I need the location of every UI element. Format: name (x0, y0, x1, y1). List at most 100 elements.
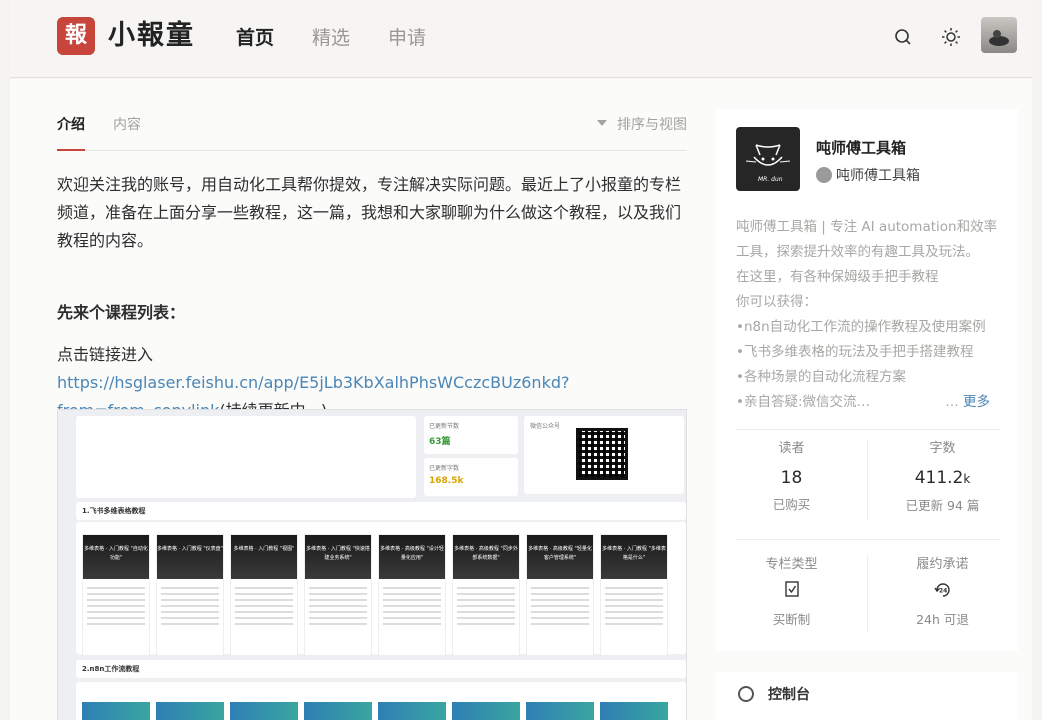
content-tabs: 介绍 内容 排序与视图 (57, 115, 687, 151)
course-card (526, 702, 594, 720)
course-card: 多维表格 · 入门教程 "自动化功能" (82, 534, 150, 656)
embedded-course-cards: 多维表格 · 入门教程 "自动化功能" 多维表格 · 入门教程 "仪表盘" 多维… (82, 534, 668, 656)
divider (736, 539, 1000, 540)
readers-value: 18 (780, 468, 803, 488)
course-card (378, 702, 446, 720)
course-card (82, 702, 150, 720)
desc-line: 在这里，有各种保姆级手把手教程 (736, 269, 939, 285)
logo-text[interactable]: 小報童 (108, 17, 195, 55)
more-link[interactable]: 更多 (963, 394, 990, 410)
refund-24h-icon: 24 (867, 581, 1018, 605)
embedded-course-cards-2 (82, 702, 668, 720)
top-header: 報 小報童 首页 精选 申请 (10, 0, 1032, 78)
search-icon[interactable] (892, 26, 914, 48)
embedded-section-n8n: 2.n8n工作流教程 (76, 660, 686, 678)
course-card: 多维表格 · 高级教程 "设计轻量化应用" (378, 534, 446, 656)
stats-row-2: 专栏类型 买断制 履约承诺 24 24h 可退 (716, 555, 1018, 631)
column-logo[interactable]: MR. dun (736, 127, 800, 191)
course-card-title: 多维表格 · 高级教程 "轻量化客户管理系统" (527, 535, 593, 579)
course-list-heading: 先来个课程列表： (57, 303, 186, 322)
course-card-title: 多维表格 · 入门教程 "快速搭建业务系统" (305, 535, 371, 579)
intro-paragraph: 欢迎关注我的账号，用自动化工具帮你提效，专注解决实际问题。最近上了小报童的专栏频… (57, 175, 682, 250)
course-card-title: 多维表格 · 高级教程 "同步外部系统数据" (453, 535, 519, 579)
sort-view-label: 排序与视图 (617, 117, 687, 133)
console-panel[interactable]: 控制台 (716, 672, 1018, 720)
course-card: 多维表格 · 入门教程 "仪表盘" (156, 534, 224, 656)
promise-stat: 履约承诺 24 24h 可退 (867, 555, 1018, 631)
course-card: 多维表格 · 入门教程 "快速搭建业务系统" (304, 534, 372, 656)
column-type-stat: 专栏类型 买断制 (716, 555, 867, 631)
embedded-stat-words-label: 已更新字数 (429, 465, 460, 472)
cat-logo-icon: MR. dun (745, 144, 791, 183)
words-unit: k (963, 472, 971, 486)
column-info-card: MR. dun 吨师傅工具箱 吨师傅工具箱 吨师傅工具箱 | 专注 AI aut… (716, 109, 1018, 651)
desc-line-last: •亲自答疑:微信交流… … 更多 (736, 390, 1000, 415)
buyout-icon-svg (784, 581, 799, 597)
divider (736, 429, 1000, 430)
tab-content[interactable]: 内容 (113, 115, 141, 135)
nav-home[interactable]: 首页 (236, 24, 274, 52)
course-card-title: 多维表格 · 入门教程 "视图" (231, 535, 297, 579)
course-card (600, 702, 668, 720)
content-column: 介绍 内容 排序与视图 欢迎关注我的账号，用自动化工具帮你提效，专注解决实际问题… (57, 79, 687, 720)
course-card-title: 多维表格 · 入门教程 "多维表格是什么" (601, 535, 667, 579)
course-card: 多维表格 · 入门教程 "多维表格是什么" (600, 534, 668, 656)
embedded-stat-words-value: 168.5k (429, 476, 464, 486)
logo-icon[interactable]: 報 (57, 17, 95, 55)
readers-stat: 读者 18 已购买 (716, 439, 867, 521)
column-type-label: 专栏类型 (765, 557, 818, 572)
readers-sub: 已购买 (772, 497, 811, 512)
buyout-icon (716, 581, 867, 605)
sort-view-button[interactable]: 排序与视图 (597, 115, 687, 135)
embedded-stat-articles-label: 已更新节数 (429, 423, 460, 430)
embedded-stat-articles: 已更新节数 63篇 (424, 416, 518, 454)
desc-line: 吨师傅工具箱 | 专注 AI automation和效率 (736, 219, 998, 235)
embedded-qr-label: 微信公众号 (530, 423, 561, 430)
svg-text:MR. dun: MR. dun (758, 176, 783, 183)
course-card (230, 702, 298, 720)
words-value: 411.2 (914, 468, 964, 488)
column-type-value: 买断制 (772, 612, 811, 627)
promise-label: 履约承诺 (916, 557, 969, 572)
author-avatar (816, 167, 832, 183)
more-ellipsis: … (945, 394, 963, 410)
course-card-title: 多维表格 · 入门教程 "自动化功能" (83, 535, 149, 579)
desc-line: •飞书多维表格的玩法及手把手搭建教程 (736, 344, 974, 360)
svg-text:24: 24 (939, 588, 947, 595)
readers-label: 读者 (778, 441, 805, 456)
sun-icon[interactable] (940, 26, 962, 48)
avatar[interactable] (981, 17, 1017, 53)
course-card: 多维表格 · 入门教程 "视图" (230, 534, 298, 656)
embedded-screenshot[interactable]: 已更新节数 63篇 已更新字数 168.5k 微信公众号 1.飞书多维表格教程 … (57, 409, 687, 720)
course-card: 多维表格 · 高级教程 "轻量化客户管理系统" (526, 534, 594, 656)
nav-apply[interactable]: 申请 (388, 24, 426, 52)
desc-line: •各种场景的自动化流程方案 (736, 369, 906, 385)
active-tab-indicator (57, 149, 85, 151)
author-name: 吨师傅工具箱 (836, 168, 920, 184)
avatar-image-icon (989, 30, 1009, 46)
link-prefix: 点击链接进入 (57, 345, 154, 364)
desc-line: 工具，探索提升效率的有趣工具及玩法。 (736, 244, 979, 260)
words-stat: 字数 411.2k 已更新 94 篇 (867, 439, 1018, 521)
words-sub: 已更新 94 篇 (905, 498, 980, 513)
course-card: 多维表格 · 高级教程 "同步外部系统数据" (452, 534, 520, 656)
desc-line: 你可以获得： (736, 294, 817, 310)
tab-intro[interactable]: 介绍 (57, 115, 85, 135)
embedded-stat-articles-value: 63篇 (429, 437, 451, 447)
nav-featured[interactable]: 精选 (312, 24, 350, 52)
words-value-wrap: 411.2k (867, 466, 1018, 491)
column-title[interactable]: 吨师傅工具箱 (816, 137, 906, 158)
embedded-stat-words: 已更新字数 168.5k (424, 458, 518, 496)
dashboard-icon (738, 686, 754, 702)
course-card (304, 702, 372, 720)
course-card (452, 702, 520, 720)
embedded-intro-block (76, 416, 416, 498)
main-nav: 首页 精选 申请 (236, 24, 426, 52)
course-card (156, 702, 224, 720)
refund-24h-icon-svg: 24 (933, 583, 950, 597)
more-toggle[interactable]: … 更多 (945, 390, 990, 415)
column-description: 吨师傅工具箱 | 专注 AI automation和效率 工具，探索提升效率的有… (736, 215, 1000, 415)
column-author[interactable]: 吨师傅工具箱 (816, 165, 920, 185)
embedded-section-feishu: 1.飞书多维表格教程 (76, 502, 686, 520)
promise-value: 24h 可退 (916, 612, 969, 627)
